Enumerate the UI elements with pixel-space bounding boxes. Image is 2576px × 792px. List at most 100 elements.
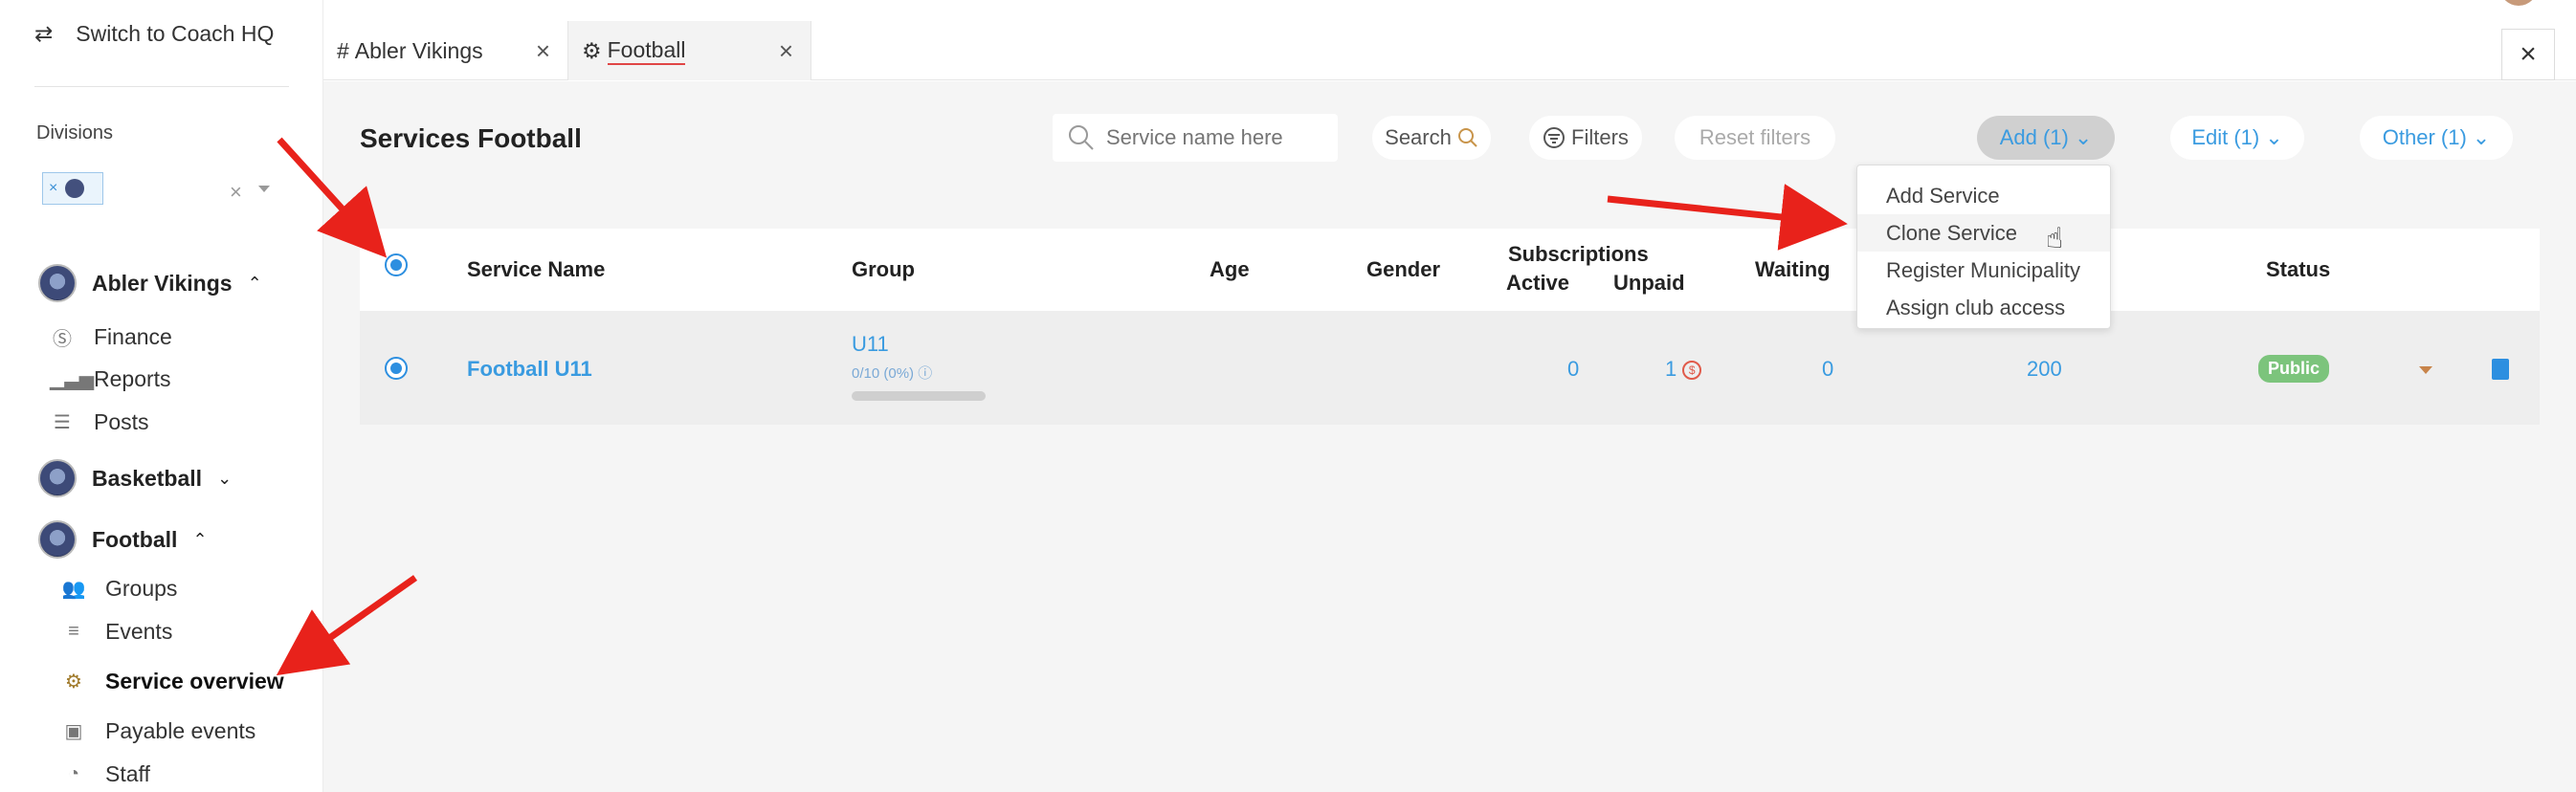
dollar-circle-icon: $ — [1682, 361, 1702, 381]
tab-abler-vikings[interactable]: # Abler Vikings × — [323, 21, 568, 80]
other-dropdown-button[interactable]: Other (1) ⌄ — [2360, 116, 2513, 160]
divisions-dropdown-icon[interactable] — [258, 186, 270, 192]
add-dropdown-menu: Add Service Clone Service Register Munic… — [1856, 165, 2111, 329]
switch-to-coach-hq[interactable]: ⇄ Switch to Coach HQ — [34, 21, 274, 47]
price-value[interactable]: 200 — [2027, 357, 2062, 382]
header-gender[interactable]: Gender — [1366, 257, 1440, 282]
table-row[interactable]: Football U11 U11 0/10 (0%) ⓘ 0 1 $ 0 200 … — [360, 311, 2540, 425]
gear-icon: ⚙ — [65, 671, 82, 693]
tab-label: Abler Vikings — [354, 37, 483, 63]
add-dropdown-button[interactable]: Add (1) ⌄ — [1977, 116, 2115, 160]
team-name: Basketball — [92, 465, 203, 491]
chevron-down-icon: ⌄ — [2472, 125, 2491, 149]
team-football[interactable]: Football ⌃ — [38, 520, 208, 559]
header-unpaid[interactable]: Unpaid — [1613, 271, 1685, 296]
chevron-up-icon: ⌃ — [192, 529, 208, 549]
select-all-radio[interactable] — [385, 253, 408, 276]
other-label: Other (1) — [2382, 125, 2467, 149]
add-label: Add (1) — [1999, 125, 2069, 149]
active-count[interactable]: 0 — [1567, 357, 1579, 382]
chip-remove-icon[interactable]: × — [49, 180, 57, 197]
row-select-radio[interactable] — [385, 357, 408, 380]
group-capacity-bar — [852, 391, 986, 401]
tab-bar: # Abler Vikings × ⚙ Football × × — [323, 0, 2576, 80]
service-name-link[interactable]: Football U11 — [467, 357, 592, 382]
basketball-logo-icon — [38, 459, 77, 497]
header-subscriptions: Subscriptions — [1508, 242, 1649, 266]
group-capacity-text: 0/10 (0%) — [852, 365, 915, 382]
bar-chart-icon: ▁▃▅ — [50, 369, 95, 390]
sidebar-item-label: Finance — [94, 324, 172, 349]
abler-vikings-logo-icon — [38, 264, 77, 302]
page-title: Services Football — [360, 123, 582, 153]
football-logo-icon — [38, 520, 77, 559]
menu-item-clone-service[interactable]: Clone Service — [1857, 214, 2110, 252]
waiting-count[interactable]: 0 — [1822, 357, 1833, 382]
clipboard-icon[interactable] — [2492, 359, 2509, 380]
status-badge: Public — [2258, 355, 2330, 383]
hash-icon: # — [337, 37, 349, 63]
unpaid-count[interactable]: 1 $ — [1665, 357, 1702, 382]
chevron-down-icon: ⌄ — [2074, 125, 2093, 149]
sidebar-item-posts[interactable]: ☰ Posts — [50, 409, 149, 435]
dollar-circle-icon: Ⓢ — [53, 329, 72, 350]
search-icon — [1457, 128, 1477, 147]
team-abler-vikings[interactable]: Abler Vikings ⌃ — [38, 264, 262, 302]
switch-label: Switch to Coach HQ — [76, 21, 275, 46]
sidebar-item-label: Payable events — [105, 718, 256, 743]
sidebar-item-service-overview[interactable]: ⚙ Service overview — [61, 669, 284, 694]
whistle-icon: ◔ — [67, 763, 80, 784]
search-icon — [1069, 125, 1094, 150]
sidebar-item-groups[interactable]: 👥 Groups — [61, 576, 178, 602]
gear-icon: ⚙ — [582, 37, 602, 63]
search-box[interactable] — [1053, 114, 1338, 162]
filters-button[interactable]: Filters — [1529, 116, 1642, 160]
reset-filters-button[interactable]: Reset filters — [1675, 116, 1835, 160]
menu-item-assign-club-access[interactable]: Assign club access — [1857, 289, 2110, 326]
division-chip[interactable]: × — [42, 172, 103, 205]
header-waiting[interactable]: Waiting — [1755, 257, 1831, 282]
sidebar-item-events[interactable]: ≡ Events — [61, 619, 172, 645]
team-basketball[interactable]: Basketball ⌄ — [38, 459, 232, 497]
header-status[interactable]: Status — [2266, 257, 2330, 282]
header-age[interactable]: Age — [1210, 257, 1250, 282]
clear-divisions-icon[interactable]: × — [230, 180, 242, 205]
sidebar-item-label: Posts — [94, 409, 149, 434]
sidebar-item-label: Groups — [105, 576, 178, 601]
menu-item-add-service[interactable]: Add Service — [1857, 177, 2110, 214]
sidebar: ⇄ Switch to Coach HQ Divisions × × Abler… — [0, 0, 323, 792]
edit-dropdown-button[interactable]: Edit (1) ⌄ — [2170, 116, 2304, 160]
sidebar-item-payable-events[interactable]: ▣ Payable events — [61, 718, 256, 744]
search-input[interactable] — [1106, 125, 1317, 150]
users-icon: 👥 — [61, 579, 86, 600]
status-dropdown-icon[interactable] — [2419, 366, 2432, 374]
divisions-label: Divisions — [36, 122, 114, 143]
sidebar-item-staff[interactable]: ◔ Staff — [61, 761, 150, 787]
sidebar-item-finance[interactable]: Ⓢ Finance — [50, 323, 172, 351]
sidebar-item-label: Staff — [105, 761, 150, 786]
main-content: Services Football Search Filters Reset f… — [323, 81, 2576, 792]
team-logo-icon — [65, 179, 85, 198]
header-group[interactable]: Group — [852, 257, 915, 282]
search-button[interactable]: Search — [1372, 116, 1491, 160]
sidebar-item-label: Service overview — [105, 669, 284, 693]
tab-label: Football — [607, 37, 686, 65]
edit-label: Edit (1) — [2191, 125, 2260, 149]
close-panel-button[interactable]: × — [2501, 29, 2555, 80]
sidebar-item-reports[interactable]: ▁▃▅ Reports — [50, 366, 171, 392]
hand-cursor-icon: ☝ — [2046, 223, 2064, 254]
list-icon: ≡ — [68, 621, 79, 642]
group-link[interactable]: U11 — [852, 332, 889, 357]
calendar-dollar-icon: ▣ — [64, 721, 83, 742]
header-service-name[interactable]: Service Name — [467, 257, 605, 282]
sidebar-divider — [34, 86, 289, 87]
avatar[interactable] — [2499, 0, 2538, 6]
info-icon[interactable]: ⓘ — [918, 365, 932, 382]
close-tab-icon[interactable]: × — [536, 36, 550, 66]
close-tab-icon[interactable]: × — [779, 36, 793, 66]
tab-football[interactable]: ⚙ Football × — [568, 21, 811, 80]
team-name: Abler Vikings — [92, 270, 233, 296]
header-active[interactable]: Active — [1506, 271, 1569, 296]
menu-item-register-municipality[interactable]: Register Municipality — [1857, 252, 2110, 289]
services-table: Service Name Group Age Gender Subscripti… — [360, 229, 2540, 425]
